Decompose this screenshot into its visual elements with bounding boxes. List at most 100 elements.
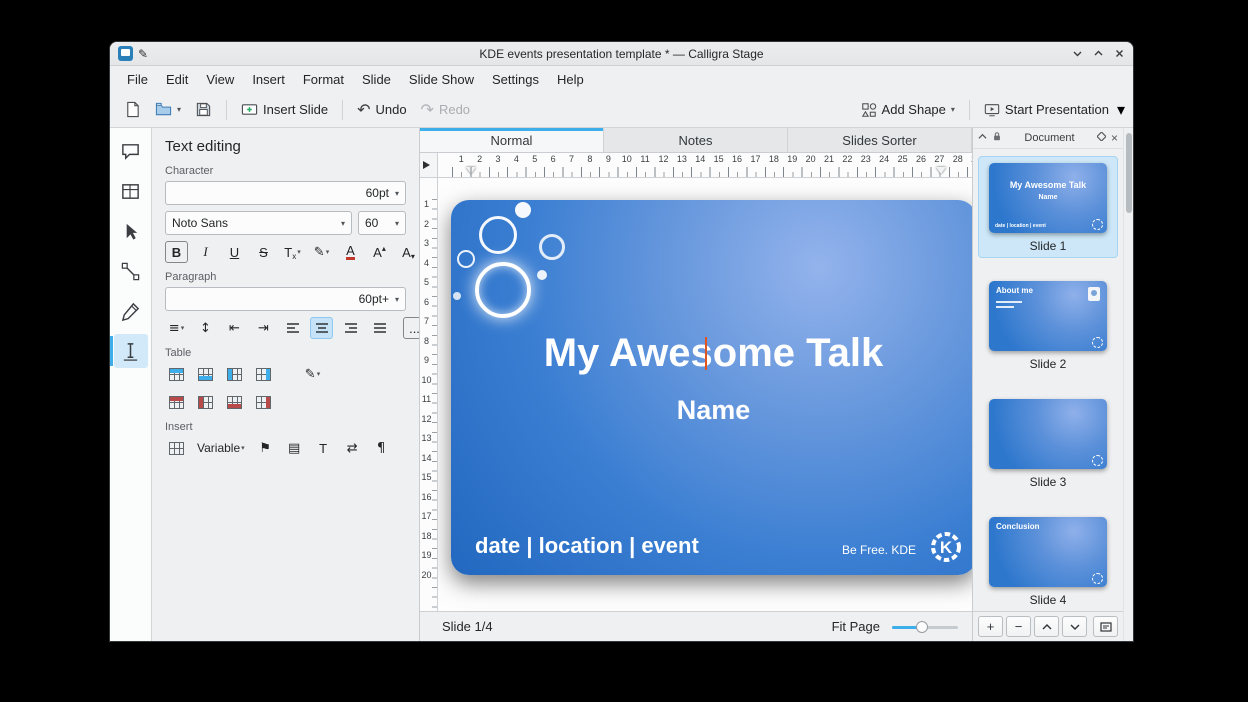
zoom-mode-label[interactable]: Fit Page xyxy=(832,619,880,634)
menu-item[interactable]: View xyxy=(197,68,243,91)
align-left-button[interactable] xyxy=(281,317,304,339)
ruler-number: 2 xyxy=(420,219,433,239)
toolbar-overflow-icon[interactable]: ▾ xyxy=(1117,100,1125,119)
zoom-slider[interactable] xyxy=(892,619,958,635)
slide-footer-text[interactable]: date | location | event xyxy=(475,533,699,559)
delete-row-button[interactable] xyxy=(165,391,188,413)
slide-title-text[interactable]: My Awesome Talk xyxy=(451,331,972,376)
freehand-tool-button[interactable] xyxy=(114,294,148,328)
dock-collapse-icon[interactable] xyxy=(978,132,987,144)
subscript-superscript-button[interactable]: Tx▾ xyxy=(281,241,304,263)
selection-tool-button[interactable] xyxy=(114,214,148,248)
align-center-button[interactable] xyxy=(310,317,333,339)
line-height-button[interactable]: ↕ xyxy=(194,317,217,339)
bold-button[interactable]: B xyxy=(165,241,188,263)
close-icon[interactable]: × xyxy=(1111,133,1118,143)
menu-item[interactable]: Edit xyxy=(157,68,197,91)
line-spacing-button[interactable]: ≡▾ xyxy=(165,317,188,339)
close-button[interactable] xyxy=(1114,48,1125,59)
decrease-indent-button[interactable]: ⇤ xyxy=(223,317,246,339)
remove-slide-button[interactable]: − xyxy=(1006,616,1031,637)
align-right-button[interactable] xyxy=(339,317,362,339)
insert-text-button[interactable]: T xyxy=(312,437,335,459)
scrollbar-thumb[interactable] xyxy=(1126,133,1132,213)
table-border-pen-button[interactable]: ✎▾ xyxy=(301,363,324,385)
insert-swap-button[interactable]: ⇄ xyxy=(341,437,364,459)
menu-item[interactable]: Insert xyxy=(243,68,294,91)
view-tab[interactable]: Notes xyxy=(604,128,788,152)
menu-item[interactable]: Slide xyxy=(353,68,400,91)
highlight-color-button[interactable]: ✎▾ xyxy=(310,241,333,263)
shrink-font-button[interactable]: A▾ xyxy=(397,241,420,263)
insert-page-break-button[interactable]: ⚑ xyxy=(254,437,277,459)
new-document-button[interactable] xyxy=(118,97,147,122)
merge-cells-button[interactable] xyxy=(252,391,275,413)
insert-column-right-button[interactable] xyxy=(252,363,275,385)
slide-subtitle-text[interactable]: Name xyxy=(451,395,972,426)
zoom-slider-handle[interactable] xyxy=(916,621,928,633)
slide-view-mode-button[interactable] xyxy=(1093,616,1118,637)
add-shape-button[interactable]: Add Shape ▾ xyxy=(855,98,961,122)
strikethrough-button[interactable]: S xyxy=(252,241,275,263)
paragraph-more-button[interactable]: ... xyxy=(403,317,420,339)
view-tab[interactable]: Normal xyxy=(420,128,604,152)
insert-row-below-button[interactable] xyxy=(194,363,217,385)
special-character-button[interactable] xyxy=(165,437,188,459)
variable-button[interactable]: Variable ▾ xyxy=(194,437,248,459)
vertical-scrollbar[interactable] xyxy=(1123,128,1133,641)
text-tool-button[interactable] xyxy=(114,334,148,368)
font-family-combo[interactable]: Noto Sans ▾ xyxy=(165,211,352,235)
align-justify-button[interactable] xyxy=(368,317,391,339)
ruler-number: 27 xyxy=(930,154,948,164)
move-slide-up-button[interactable] xyxy=(1034,616,1059,637)
slide-thumbnail-item[interactable]: Slide 3 xyxy=(979,393,1117,493)
undo-button[interactable]: ↶ Undo xyxy=(351,98,412,122)
split-cells-button[interactable] xyxy=(223,391,246,413)
float-icon[interactable] xyxy=(1097,132,1106,144)
slide-thumbnail-item[interactable]: About me Slide 2 xyxy=(979,275,1117,375)
application-window: KDE events presentation template * — Cal… xyxy=(110,42,1133,641)
indent-marker[interactable] xyxy=(936,167,946,174)
underline-button[interactable]: U xyxy=(223,241,246,263)
start-presentation-button[interactable]: Start Presentation xyxy=(978,98,1115,122)
slide[interactable]: My Awesome Talk Name date | location | e… xyxy=(451,200,972,575)
lock-icon[interactable] xyxy=(992,131,1002,145)
slide-thumbnail-item[interactable]: Conclusion Slide 4 xyxy=(979,511,1117,611)
horizontal-ruler[interactable]: 1234567891011121314151617181920212223242… xyxy=(438,153,972,178)
insert-frame-button[interactable]: ▤ xyxy=(283,437,306,459)
insert-slide-button[interactable]: Insert Slide xyxy=(235,97,334,122)
vertical-ruler[interactable]: 1234567891011121314151617181920 xyxy=(420,178,438,611)
table-tool-button[interactable] xyxy=(114,174,148,208)
increase-indent-button[interactable]: ⇥ xyxy=(252,317,275,339)
italic-button[interactable]: I xyxy=(194,241,217,263)
menu-item[interactable]: Help xyxy=(548,68,593,91)
slide-thumbnail-item[interactable]: My Awesome Talk Name date | location | e… xyxy=(979,157,1117,257)
redo-button[interactable]: ↷ Redo xyxy=(415,98,476,122)
menu-item[interactable]: Slide Show xyxy=(400,68,483,91)
view-tab[interactable]: Slides Sorter xyxy=(788,128,972,152)
slide-canvas[interactable]: My Awesome Talk Name date | location | e… xyxy=(438,178,972,611)
menu-item[interactable]: Settings xyxy=(483,68,548,91)
save-button[interactable] xyxy=(189,97,218,122)
maximize-button[interactable] xyxy=(1093,48,1104,59)
add-slide-button[interactable]: + xyxy=(978,616,1003,637)
minimize-button[interactable] xyxy=(1072,48,1083,59)
move-slide-down-button[interactable] xyxy=(1062,616,1087,637)
text-color-button[interactable]: A xyxy=(339,241,362,263)
indent-marker[interactable] xyxy=(466,167,476,174)
open-document-button[interactable]: ▾ xyxy=(149,97,187,122)
titlebar[interactable]: KDE events presentation template * — Cal… xyxy=(110,42,1133,66)
insert-column-left-button[interactable] xyxy=(223,363,246,385)
connector-tool-button[interactable] xyxy=(114,254,148,288)
grow-font-button[interactable]: A▴ xyxy=(368,241,391,263)
delete-column-button[interactable] xyxy=(194,391,217,413)
character-style-combo[interactable]: 60pt ▾ xyxy=(165,181,406,205)
font-size-combo[interactable]: 60 ▾ xyxy=(358,211,406,235)
shape-tool-button[interactable] xyxy=(114,134,148,168)
paragraph-style-combo[interactable]: 60pt+ ▾ xyxy=(165,287,406,311)
formatting-marks-button[interactable]: ¶ xyxy=(370,437,393,459)
menu-item[interactable]: Format xyxy=(294,68,353,91)
ruler-number: 16 xyxy=(420,492,433,512)
insert-row-above-button[interactable] xyxy=(165,363,188,385)
menu-item[interactable]: File xyxy=(118,68,157,91)
